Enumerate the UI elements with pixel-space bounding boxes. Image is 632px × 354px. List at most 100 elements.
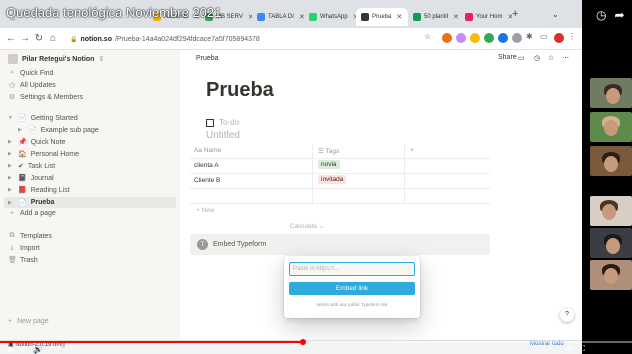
url-input[interactable]: 🔒 notion.so/Prueba-14a4a024df294fdcace7a…	[70, 31, 420, 47]
comment-icon[interactable]: ▭	[518, 54, 525, 62]
participant-face	[604, 120, 618, 136]
clock-icon[interactable]: ◷	[534, 54, 540, 62]
volume-icon[interactable]: 🔊	[33, 345, 43, 354]
add-page-button[interactable]: + Add a page	[8, 210, 56, 217]
breadcrumb[interactable]: Prueba	[196, 55, 219, 62]
chevron-down-icon[interactable]: ⌄	[552, 10, 559, 19]
sidebar-item-journal[interactable]: ▶ 📓 Journal	[8, 174, 54, 183]
table-row[interactable]	[190, 189, 490, 204]
chevron-right-icon[interactable]: ▶	[8, 187, 14, 193]
back-icon[interactable]: ←	[4, 33, 18, 44]
table-row[interactable]: clienta A novia	[190, 159, 490, 174]
extension-icon[interactable]	[484, 33, 494, 43]
column-label: Tags	[325, 148, 340, 155]
workspace-switcher[interactable]: Pilar Retegui's Notion ⇕	[8, 54, 104, 64]
star-icon[interactable]: ☆	[548, 54, 554, 62]
row-name[interactable]: clienta A	[194, 162, 219, 169]
clock-icon[interactable]: ◷	[596, 8, 606, 22]
next-icon[interactable]: ⏭	[20, 344, 27, 354]
sidebar-item-quick-find[interactable]: ⌕ Quick Find	[8, 69, 53, 77]
tab-plantillas[interactable]: 50 plantil ✕	[408, 8, 460, 26]
calculate-button[interactable]: Calculate ⌄	[290, 222, 324, 230]
play-icon[interactable]: ▶	[8, 345, 14, 354]
embed-url-input[interactable]: Paste in https://...	[289, 262, 415, 276]
chevron-right-icon[interactable]: ▶	[8, 163, 14, 169]
share-icon[interactable]: ➦	[614, 8, 624, 22]
participant-video	[590, 146, 632, 176]
new-tab-button[interactable]: +	[512, 8, 518, 20]
extension-icon[interactable]	[498, 33, 508, 43]
sidebar-item-example-sub-page[interactable]: ▶ 📄 Example sub page	[18, 126, 99, 135]
plus-icon: +	[9, 210, 15, 217]
sidebar-item-all-updates[interactable]: ◷ All Updates	[8, 81, 56, 90]
new-page-button[interactable]: + New page	[8, 318, 49, 325]
reload-icon[interactable]: ↻	[32, 33, 46, 44]
settings-icon[interactable]: ⚙	[566, 344, 573, 354]
url-path: /Prueba-14a4a024df294fdcace7a5f705894378	[114, 35, 260, 43]
tab-whatsapp[interactable]: WhatsApp ✕	[304, 8, 356, 26]
tab-your-home[interactable]: Your Hom ✕	[460, 8, 512, 26]
share-button[interactable]: Share	[498, 54, 517, 61]
extension-icon[interactable]	[456, 33, 466, 43]
checkbox[interactable]	[206, 118, 214, 127]
forward-icon[interactable]: →	[18, 33, 32, 44]
chevron-right-icon[interactable]: ▶	[8, 151, 14, 157]
close-icon[interactable]: ✕	[396, 13, 402, 21]
sidebar-item-settings[interactable]: ⚙ Settings & Members	[8, 93, 83, 102]
avatar[interactable]	[554, 33, 564, 43]
tag-cell[interactable]: invitada	[318, 175, 347, 184]
video-progress-bar[interactable]	[0, 339, 632, 345]
close-icon[interactable]: ✕	[453, 13, 459, 21]
embed-typeform-block[interactable]: T Embed Typeform	[190, 234, 490, 255]
extension-icon[interactable]	[442, 33, 452, 43]
fullscreen-icon[interactable]: ⛶	[579, 344, 585, 354]
chevron-down-icon[interactable]: ▼	[8, 115, 14, 121]
sidebar-item-quick-note[interactable]: ▶ 📌 Quick Note	[8, 138, 65, 147]
tag-badge: novia	[318, 160, 340, 169]
sidebar-item-personal-home[interactable]: ▶ 🏠 Personal Home	[8, 150, 79, 159]
extension-icon[interactable]	[512, 33, 522, 43]
table-row[interactable]: Cliente B invitada	[190, 174, 490, 189]
column-label: Name	[203, 147, 222, 154]
star-icon[interactable]: ☆	[424, 32, 434, 42]
sidebar-item-label: Import	[20, 244, 40, 252]
sidebar-item-label: Getting Started	[30, 114, 78, 122]
tab-tabla[interactable]: TABLA DI ✕	[252, 8, 304, 26]
row-name[interactable]: Cliente B	[194, 177, 220, 184]
more-icon[interactable]: ⋯	[562, 54, 569, 62]
pin-icon: 📌	[18, 139, 27, 146]
embed-link-button[interactable]: Embed link	[289, 282, 415, 295]
sidebar-item-getting-started[interactable]: ▼ 📄 Getting Started	[8, 114, 78, 123]
chevron-right-icon[interactable]: ▶	[8, 139, 14, 145]
chevron-right-icon[interactable]: ▶	[8, 200, 14, 206]
puzzle-icon[interactable]: ✱	[526, 32, 536, 42]
home-icon[interactable]: ⌂	[46, 33, 60, 44]
column-tags-header[interactable]: ☰ Tags	[318, 147, 339, 155]
tag-cell[interactable]: novia	[318, 160, 340, 169]
page-title[interactable]: Prueba	[206, 79, 274, 102]
column-name-header[interactable]: Aa Name	[194, 147, 221, 154]
extension-icon[interactable]	[470, 33, 480, 43]
help-button[interactable]: ?	[560, 308, 574, 322]
video-controls-right: ⚙ ⛶	[566, 344, 585, 354]
todo-block[interactable]: To-do	[206, 118, 239, 127]
sidebar-item-label: Personal Home	[30, 150, 79, 158]
sidebar-item-prueba[interactable]: ▶ 📄 Prueba	[4, 197, 176, 208]
tab-prueba[interactable]: Prueba ✕	[356, 8, 408, 26]
chevron-right-icon[interactable]: ▶	[8, 175, 14, 181]
database-title[interactable]: Untitled	[206, 130, 240, 141]
sidebar-item-trash[interactable]: 🗑 Trash	[8, 256, 38, 265]
calculate-label: Calculate	[290, 223, 318, 230]
add-column-button[interactable]: +	[410, 147, 414, 154]
cast-icon[interactable]: ▭	[540, 32, 550, 42]
typeform-icon: T	[197, 239, 208, 250]
menu-icon[interactable]: ⋮	[568, 32, 578, 42]
sidebar-item-import[interactable]: ⤓ Import	[8, 244, 40, 252]
tag-badge: invitada	[318, 175, 347, 184]
chevron-right-icon[interactable]: ▶	[18, 127, 24, 133]
sidebar-item-templates[interactable]: ⧉ Templates	[8, 232, 52, 240]
sidebar-item-reading-list[interactable]: ▶ 📕 Reading List	[8, 186, 70, 195]
trash-icon: 🗑	[8, 257, 17, 264]
new-row-button[interactable]: + New	[196, 207, 215, 214]
sidebar-item-task-list[interactable]: ▶ ✔ Task List	[8, 162, 55, 171]
